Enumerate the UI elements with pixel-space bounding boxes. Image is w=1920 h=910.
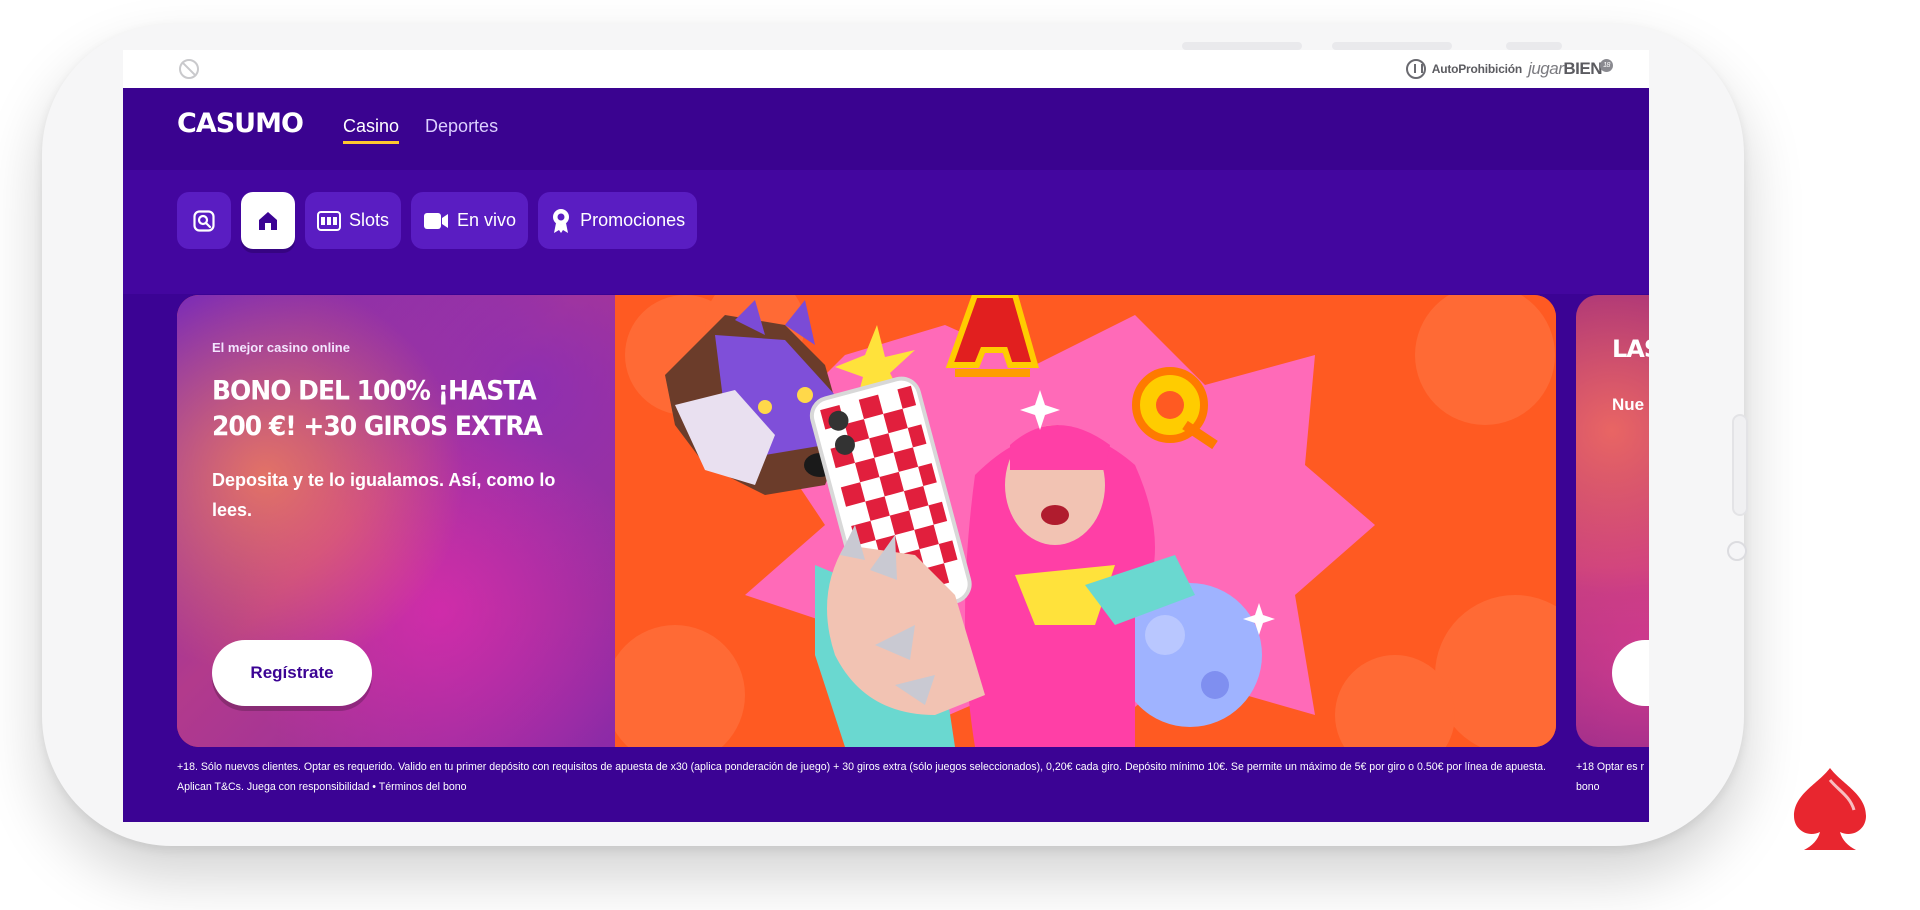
video-camera-icon bbox=[424, 212, 449, 229]
phone-camera bbox=[1727, 541, 1747, 561]
slots-icon bbox=[317, 210, 341, 231]
autoprohibicion-link[interactable]: AutoProhibición bbox=[1432, 62, 1523, 76]
next-banner-title: LAS bbox=[1612, 335, 1649, 363]
phone-screen: AutoProhibición jugarBIEN18 CASUMO Casin… bbox=[123, 50, 1649, 822]
phone-power-button bbox=[1506, 42, 1562, 50]
phone-volume-button bbox=[1182, 42, 1302, 50]
next-banner-button[interactable] bbox=[1612, 640, 1649, 706]
register-button[interactable]: Regístrate bbox=[212, 640, 372, 706]
age-badge-icon: 18 bbox=[1600, 59, 1613, 72]
main-nav: Casino Deportes bbox=[343, 116, 498, 144]
bonus-terms-text: +18. Sólo nuevos clientes. Optar es requ… bbox=[177, 761, 1546, 793]
hand-stop-icon bbox=[1405, 59, 1426, 79]
casumo-logo[interactable]: CASUMO bbox=[177, 108, 304, 139]
phone-volume-button bbox=[1332, 42, 1452, 50]
promociones-button[interactable]: Promociones bbox=[538, 192, 698, 249]
next-terms-line-2: bono bbox=[1576, 781, 1600, 793]
en-vivo-label: En vivo bbox=[457, 210, 517, 230]
next-banner-terms: +18 Optar es r bono bbox=[1576, 757, 1649, 797]
hero-illustration bbox=[615, 295, 1556, 747]
hero-title: BONO DEL 100% ¡HASTA 200 €! +30 GIROS EX… bbox=[212, 375, 543, 442]
responsible-gaming-links[interactable]: AutoProhibición jugarBIEN18 bbox=[1405, 56, 1613, 82]
slots-button[interactable]: Slots bbox=[305, 192, 402, 249]
home-icon bbox=[259, 211, 277, 230]
jugarbien-logo[interactable]: jugarBIEN18 bbox=[1528, 59, 1613, 79]
next-terms-line-1: +18 Optar es r bbox=[1576, 761, 1645, 773]
spade-logo-icon bbox=[1794, 768, 1866, 850]
home-button[interactable] bbox=[241, 192, 295, 249]
hero-kicker: El mejor casino online bbox=[212, 340, 350, 355]
prohibited-icon bbox=[179, 59, 199, 79]
next-banner-subtitle: Nue bbox=[1612, 395, 1645, 414]
phone-speaker bbox=[1732, 414, 1748, 516]
search-button[interactable] bbox=[177, 192, 231, 249]
category-bar: Slots En vivo Promociones bbox=[123, 170, 1649, 294]
slots-label: Slots bbox=[349, 210, 390, 230]
nav-casino[interactable]: Casino bbox=[343, 116, 400, 144]
hero-banner[interactable]: El mejor casino online BONO DEL 100% ¡HA… bbox=[177, 295, 1556, 747]
next-banner-peek[interactable]: LAS Nue bbox=[1576, 295, 1649, 747]
hero-description: Deposita y te lo igualamos. Así, como lo… bbox=[212, 470, 556, 520]
en-vivo-button[interactable]: En vivo bbox=[411, 192, 529, 249]
top-header: CASUMO Casino Deportes bbox=[123, 88, 1649, 170]
nav-deportes[interactable]: Deportes bbox=[425, 116, 498, 144]
category-chips: Slots En vivo Promociones bbox=[177, 192, 698, 249]
hero-text-panel: El mejor casino online BONO DEL 100% ¡HA… bbox=[177, 295, 615, 747]
status-bar: AutoProhibición jugarBIEN18 bbox=[123, 50, 1649, 88]
award-ribbon-icon bbox=[553, 208, 570, 233]
search-icon bbox=[193, 209, 215, 232]
promociones-label: Promociones bbox=[580, 210, 686, 230]
